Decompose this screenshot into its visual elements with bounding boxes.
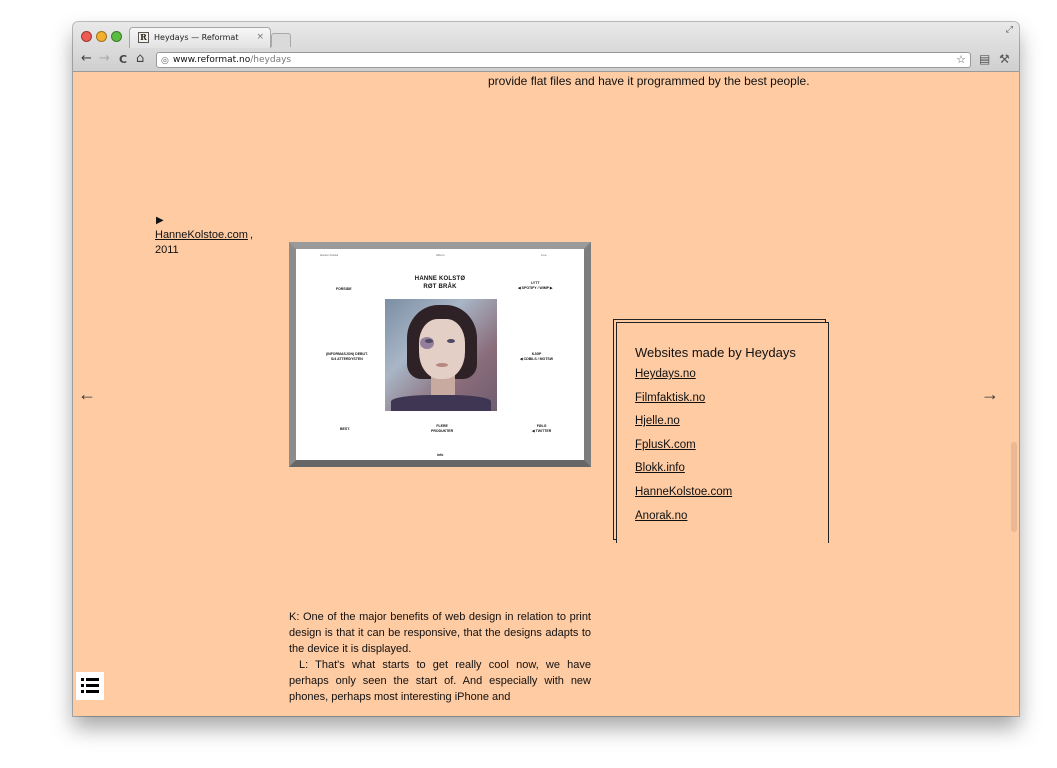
previous-arrow-icon[interactable]: ← [78, 384, 96, 405]
menu-dot [81, 690, 84, 693]
browser-window: R Heydays — Reformat × ⤢ ← → C ⌂ ◎ www.r… [73, 22, 1019, 716]
close-window-button[interactable] [81, 31, 92, 42]
menu-row [81, 678, 99, 681]
page-menu-icon[interactable]: ▤ [979, 52, 990, 66]
caption-year: 2011 [155, 244, 179, 256]
menu-row [81, 690, 99, 693]
shot-top-label-2: Album [436, 253, 445, 257]
minimize-window-button[interactable] [96, 31, 107, 42]
site-link-item: HanneKolstoe.com [635, 484, 732, 508]
shot-bottom-right: FØLG ◀ TWITTER [532, 424, 552, 433]
home-icon[interactable]: ⌂ [136, 52, 144, 66]
shot-top-label-1: Hanne Kolstø [320, 253, 339, 257]
site-link-hjelle[interactable]: Hjelle.no [635, 415, 680, 427]
site-link-item: Anorak.no [635, 508, 732, 532]
list-menu-icon[interactable] [76, 672, 104, 700]
site-link-item: Blokk.info [635, 460, 732, 484]
site-link-hannekolstoe[interactable]: HanneKolstoe.com [635, 486, 732, 498]
article-paragraph-1: K: One of the major benefits of web desi… [289, 611, 591, 655]
sites-box-title: Websites made by Heydays [635, 345, 796, 360]
url-path: /heydays [250, 55, 292, 65]
portrait-lips [436, 363, 448, 367]
globe-icon: ◎ [161, 56, 169, 66]
portrait-image [385, 299, 497, 411]
intro-paragraph: provide flat files and have it programme… [488, 74, 810, 88]
shot-right-top: LYTT ◀ SPOTIFY / WIMP ▶ [518, 281, 553, 290]
wrench-icon[interactable]: ⚒ [999, 52, 1010, 66]
portrait-shirt [391, 395, 491, 411]
forward-icon[interactable]: → [99, 52, 110, 66]
browser-toolbar: ← → C ⌂ ◎ www.reformat.no/heydays ☆ ▤ ⚒ [73, 49, 1019, 71]
site-link-fplusk[interactable]: FplusK.com [635, 439, 696, 451]
article-text: K: One of the major benefits of web desi… [289, 609, 591, 705]
caption-link-text: HanneKolstoe.com [155, 229, 248, 241]
caption-link[interactable]: HanneKolstoe.com [155, 229, 248, 241]
site-link-filmfaktisk[interactable]: Filmfaktisk.no [635, 392, 705, 404]
play-icon[interactable]: ▶ [156, 215, 164, 226]
portrait-eye-left [425, 339, 433, 343]
zoom-window-button[interactable] [111, 31, 122, 42]
menu-bar [86, 684, 99, 687]
menu-row [81, 684, 99, 687]
shot-right-mid: KJØP ◀ CDBILS / MOTSW [520, 352, 554, 361]
url-text: www.reformat.no/heydays [173, 53, 291, 67]
address-bar[interactable]: ◎ www.reformat.no/heydays ☆ [156, 52, 971, 68]
site-link-item: FplusK.com [635, 437, 732, 461]
shot-bottom-center: FLERE PRODUKTER [431, 424, 454, 433]
reload-icon[interactable]: C [119, 53, 127, 67]
article-paragraph-2: L: That's what starts to get really cool… [289, 659, 591, 703]
site-link-item: Filmfaktisk.no [635, 390, 732, 414]
back-icon[interactable]: ← [81, 52, 92, 66]
new-tab-button[interactable] [271, 33, 291, 47]
scrollbar-thumb[interactable] [1011, 442, 1017, 532]
page-viewport: provide flat files and have it programme… [73, 72, 1019, 716]
portrait-eye-right [447, 339, 455, 343]
shot-bottom-left: BEST. [340, 427, 350, 431]
tab-heydays[interactable]: R Heydays — Reformat × [129, 27, 271, 48]
site-link-item: Hjelle.no [635, 413, 732, 437]
tab-close-icon[interactable]: × [256, 32, 264, 42]
site-link-item: Heydays.no [635, 366, 732, 390]
websites-list-box: Websites made by Heydays Heydays.no Film… [616, 322, 829, 543]
shot-footer: info [437, 453, 444, 457]
menu-dot [81, 684, 84, 687]
reformat-favicon-icon: R [138, 32, 149, 43]
url-host: www.reformat.no [173, 55, 251, 65]
menu-bar [86, 678, 99, 681]
menu-dot [81, 678, 84, 681]
shot-left-top: FORSIDE [336, 287, 352, 291]
browser-chrome: R Heydays — Reformat × ⤢ ← → C ⌂ ◎ www.r… [73, 22, 1019, 72]
site-link-blokk[interactable]: Blokk.info [635, 462, 685, 474]
sites-link-list: Heydays.no Filmfaktisk.no Hjelle.no Fplu… [635, 366, 732, 531]
portrait-face [419, 319, 465, 379]
fullscreen-icon[interactable]: ⤢ [1006, 25, 1013, 35]
menu-bar [86, 690, 99, 693]
bookmark-star-icon[interactable]: ☆ [956, 53, 966, 67]
next-arrow-icon[interactable]: → [981, 384, 999, 405]
site-link-heydays[interactable]: Heydays.no [635, 368, 696, 380]
site-link-anorak[interactable]: Anorak.no [635, 510, 687, 522]
tab-title: Heydays — Reformat [154, 33, 239, 42]
shot-top-label-3: Live [541, 253, 547, 257]
website-screenshot: Hanne Kolstø Album Live HANNE KOLSTØ RØT… [289, 242, 591, 467]
shot-left-mid: (INFORMASJON) DEBUT. S/4 ATTERDYSTEN [326, 352, 368, 361]
caption-comma: , [250, 229, 254, 241]
